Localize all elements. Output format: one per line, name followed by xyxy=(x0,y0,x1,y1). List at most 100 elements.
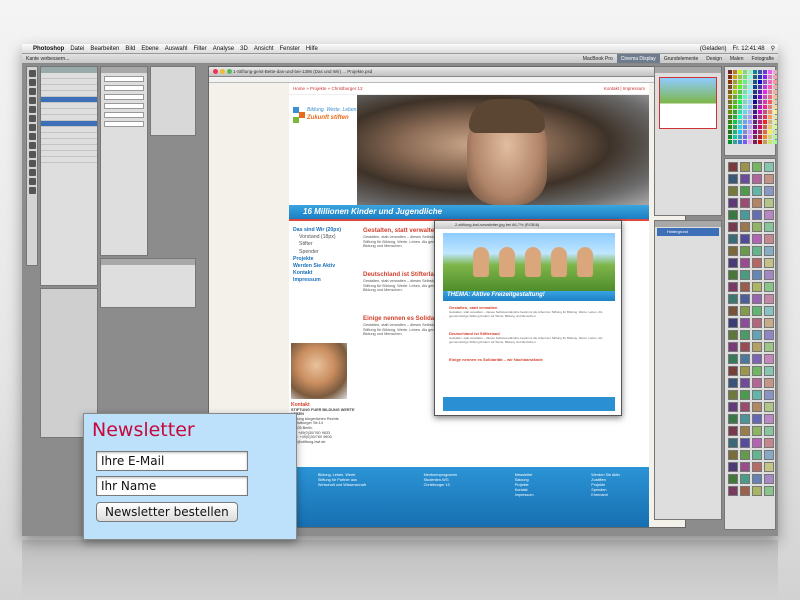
color-swatch[interactable] xyxy=(733,130,737,134)
color-swatch[interactable] xyxy=(728,85,732,89)
style-swatch[interactable] xyxy=(740,390,750,400)
style-swatch[interactable] xyxy=(728,318,738,328)
color-swatch[interactable] xyxy=(753,95,757,99)
crop-tool-icon[interactable] xyxy=(28,106,36,113)
style-swatch[interactable] xyxy=(728,450,738,460)
color-swatch[interactable] xyxy=(733,110,737,114)
style-swatch[interactable] xyxy=(728,462,738,472)
color-swatch[interactable] xyxy=(753,110,757,114)
style-swatch[interactable] xyxy=(752,462,762,472)
style-swatch[interactable] xyxy=(728,222,738,232)
style-swatch[interactable] xyxy=(728,342,738,352)
workspace-photo[interactable]: Fotografie xyxy=(747,54,778,63)
color-swatch[interactable] xyxy=(748,85,752,89)
style-swatch[interactable] xyxy=(752,486,762,496)
style-swatch[interactable] xyxy=(728,378,738,388)
color-swatch[interactable] xyxy=(758,125,762,129)
style-swatch[interactable] xyxy=(764,426,774,436)
layer-background[interactable]: Hintergrund xyxy=(657,228,719,236)
color-swatch[interactable] xyxy=(753,90,757,94)
color-swatch[interactable] xyxy=(738,70,742,74)
style-swatch[interactable] xyxy=(728,210,738,220)
style-swatch[interactable] xyxy=(764,258,774,268)
color-swatch[interactable] xyxy=(733,85,737,89)
style-swatch[interactable] xyxy=(752,450,762,460)
color-swatch[interactable] xyxy=(773,75,777,79)
color-swatch[interactable] xyxy=(748,110,752,114)
color-swatch[interactable] xyxy=(738,130,742,134)
style-swatch[interactable] xyxy=(740,486,750,496)
style-swatch[interactable] xyxy=(764,354,774,364)
color-swatch[interactable] xyxy=(748,120,752,124)
nav-item-impressum[interactable]: Impressum xyxy=(293,277,357,284)
style-swatch[interactable] xyxy=(740,474,750,484)
color-swatch[interactable] xyxy=(743,115,747,119)
color-swatch[interactable] xyxy=(758,135,762,139)
color-swatch[interactable] xyxy=(728,100,732,104)
style-swatch[interactable] xyxy=(740,186,750,196)
style-swatch[interactable] xyxy=(752,186,762,196)
color-swatch[interactable] xyxy=(743,105,747,109)
nav-item-aktiv[interactable]: Werden Sie Aktiv xyxy=(293,263,357,270)
color-swatch[interactable] xyxy=(728,80,732,84)
menu-ansicht[interactable]: Ansicht xyxy=(251,44,277,53)
panel-header[interactable] xyxy=(655,67,721,73)
color-swatch[interactable] xyxy=(738,110,742,114)
color-swatch[interactable] xyxy=(733,135,737,139)
style-swatch[interactable] xyxy=(728,306,738,316)
style-swatch[interactable] xyxy=(740,306,750,316)
style-swatch[interactable] xyxy=(752,366,762,376)
color-swatch[interactable] xyxy=(758,110,762,114)
color-swatch[interactable] xyxy=(748,100,752,104)
minimize-icon[interactable] xyxy=(220,69,225,74)
menu-filter[interactable]: Filter xyxy=(190,44,209,53)
gradient-tool-icon[interactable] xyxy=(28,151,36,158)
color-swatch[interactable] xyxy=(773,125,777,129)
color-swatch[interactable] xyxy=(738,125,742,129)
color-swatch[interactable] xyxy=(733,100,737,104)
style-swatch[interactable] xyxy=(728,486,738,496)
menu-datei[interactable]: Datei xyxy=(67,44,87,53)
style-swatch[interactable] xyxy=(764,162,774,172)
scale-field[interactable] xyxy=(104,112,144,118)
color-swatch[interactable] xyxy=(743,80,747,84)
color-swatch[interactable] xyxy=(728,95,732,99)
stamp-tool-icon[interactable] xyxy=(28,133,36,140)
color-swatch[interactable] xyxy=(743,140,747,144)
color-swatch[interactable] xyxy=(733,105,737,109)
style-swatch[interactable] xyxy=(740,462,750,472)
style-swatch[interactable] xyxy=(728,426,738,436)
workspace-design[interactable]: Design xyxy=(702,54,726,63)
style-swatch[interactable] xyxy=(764,414,774,424)
hand-tool-icon[interactable] xyxy=(28,178,36,185)
email-field[interactable] xyxy=(96,451,248,471)
style-swatch[interactable] xyxy=(752,162,762,172)
color-swatch[interactable] xyxy=(728,115,732,119)
color-swatch[interactable] xyxy=(753,130,757,134)
color-swatch[interactable] xyxy=(748,70,752,74)
style-swatch[interactable] xyxy=(728,414,738,424)
color-swatch[interactable] xyxy=(763,115,767,119)
color-swatch[interactable] xyxy=(738,85,742,89)
style-swatch[interactable] xyxy=(764,306,774,316)
style-swatch[interactable] xyxy=(764,330,774,340)
color-swatch[interactable] xyxy=(773,100,777,104)
style-swatch[interactable] xyxy=(764,294,774,304)
style-swatch[interactable] xyxy=(740,222,750,232)
color-swatch[interactable] xyxy=(753,75,757,79)
color-swatch[interactable] xyxy=(773,140,777,144)
style-swatch[interactable] xyxy=(752,270,762,280)
color-swatch[interactable] xyxy=(728,120,732,124)
color-swatch[interactable] xyxy=(748,130,752,134)
nav-item-projekte[interactable]: Projekte xyxy=(293,256,357,263)
wand-tool-icon[interactable] xyxy=(28,97,36,104)
style-swatch[interactable] xyxy=(752,342,762,352)
brush-tool-icon[interactable] xyxy=(28,124,36,131)
color-swatch[interactable] xyxy=(753,85,757,89)
newsletter-document-window[interactable]: 2-stiftung-bwl-newsletter.jpg bei 66,7% … xyxy=(434,220,622,416)
style-swatch[interactable] xyxy=(752,174,762,184)
style-swatch[interactable] xyxy=(740,378,750,388)
color-swatch[interactable] xyxy=(738,105,742,109)
styles-grid[interactable] xyxy=(725,159,775,499)
style-swatch[interactable] xyxy=(764,270,774,280)
